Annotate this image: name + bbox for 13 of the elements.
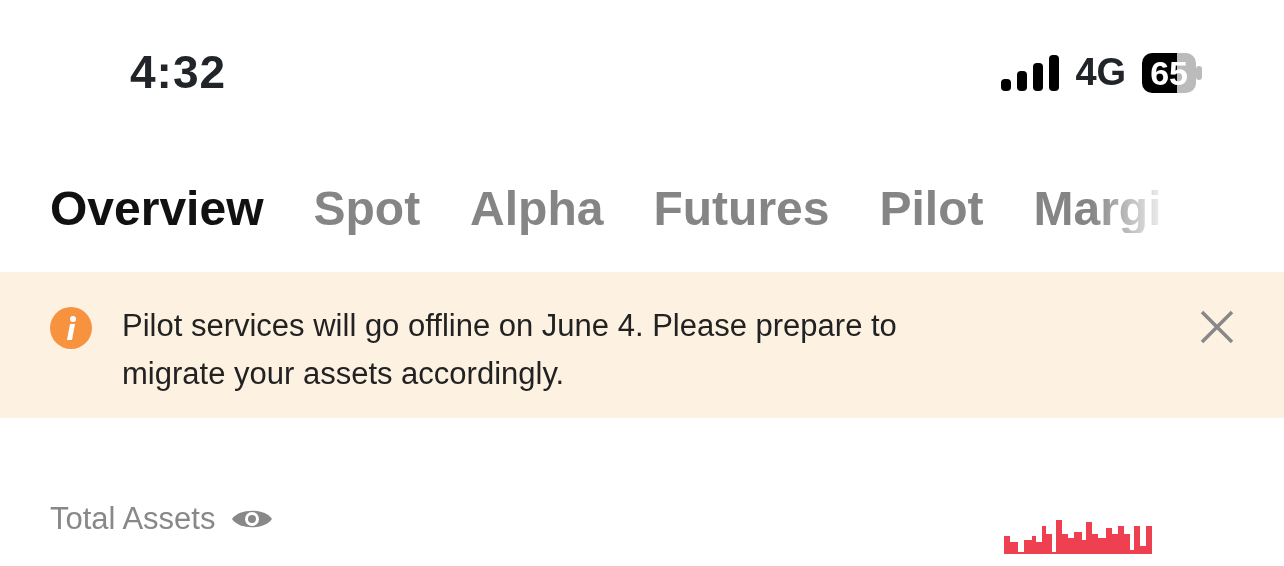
close-button[interactable] (1200, 310, 1234, 344)
network-label: 4G (1075, 50, 1127, 95)
signal-icon (1001, 54, 1060, 91)
clock-time: 4:32 (130, 45, 227, 100)
tab[interactable]: Spot (313, 184, 421, 233)
info-icon (50, 307, 92, 349)
tab[interactable]: Alpha (470, 184, 604, 233)
tab[interactable]: Margi (1033, 184, 1162, 233)
notice-message: Pilot services will go offline on June 4. Please prepare to migrate your assets accordingly. (122, 307, 898, 393)
tab[interactable]: Pilot (879, 184, 984, 233)
tab[interactable]: Futures (653, 184, 830, 233)
total-assets-label: Total Assets (50, 500, 216, 538)
tab[interactable]: Overview (50, 184, 264, 233)
